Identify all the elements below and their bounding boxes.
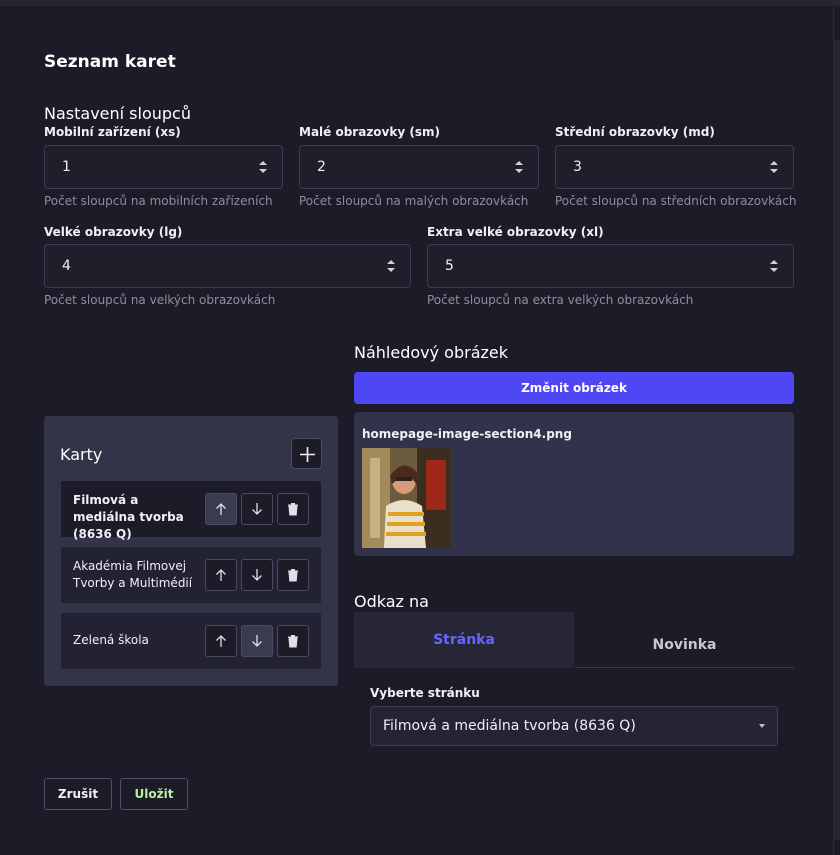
sm-columns-input[interactable]: 2 (299, 145, 539, 189)
arrow-down-icon (252, 635, 262, 647)
card-item-label: Akadémia Filmovej Tvorby a Multimédií (73, 559, 193, 590)
caret-down-icon (759, 724, 765, 728)
card-item-label: Filmová a mediálna tvorba (8636 Q) (73, 493, 184, 541)
xs-helper: Počet sloupců na mobilních zařízeních (44, 194, 273, 208)
link-section-title: Odkaz na (354, 592, 429, 611)
md-columns-input[interactable]: 3 (555, 145, 794, 189)
page-select-value: Filmová a mediálna tvorba (8636 Q) (383, 718, 636, 734)
xl-label: Extra velké obrazovky (xl) (427, 225, 604, 239)
trash-icon (288, 635, 298, 648)
save-button[interactable]: Uložit (120, 778, 188, 810)
columns-section-title: Nastavení sloupců (44, 104, 191, 123)
card-item[interactable]: Filmová a mediálna tvorba (8636 Q) (61, 481, 321, 541)
lg-label: Velké obrazovky (lg) (44, 225, 183, 239)
move-down-button[interactable] (241, 625, 273, 657)
trash-icon (288, 503, 298, 516)
add-card-button[interactable] (291, 438, 322, 469)
move-up-button[interactable] (205, 625, 237, 657)
xl-helper: Počet sloupců na extra velkých obrazovká… (427, 293, 694, 307)
xs-label: Mobilní zařízení (xs) (44, 125, 181, 139)
lg-value: 4 (62, 258, 71, 274)
card-item-label: Zelená škola (73, 633, 149, 647)
spinner-icon[interactable] (514, 159, 524, 175)
arrow-up-icon (216, 635, 226, 647)
spinner-icon[interactable] (386, 258, 396, 274)
xl-columns-input[interactable]: 5 (427, 244, 794, 288)
move-down-button[interactable] (241, 559, 273, 591)
preview-image-box: homepage-image-section4.png (354, 412, 794, 556)
lg-columns-input[interactable]: 4 (44, 244, 411, 288)
lg-helper: Počet sloupců na velkých obrazovkách (44, 293, 276, 307)
md-helper: Počet sloupců na středních obrazovkách (555, 194, 797, 208)
card-item[interactable]: Zelená škola (61, 613, 321, 669)
arrow-up-icon (216, 503, 226, 515)
spinner-icon[interactable] (769, 258, 779, 274)
xs-value: 1 (62, 159, 71, 175)
page-select[interactable]: Filmová a mediálna tvorba (8636 Q) (370, 706, 778, 746)
sm-value: 2 (317, 159, 326, 175)
background-strip-right (834, 40, 840, 840)
trash-icon (288, 569, 298, 582)
tab-news[interactable]: Novinka (575, 612, 794, 668)
cards-panel: Karty Filmová a mediálna tvorba (8636 Q)… (44, 416, 338, 686)
delete-card-button[interactable] (277, 493, 309, 525)
change-image-button[interactable]: Změnit obrázek (354, 372, 794, 404)
arrow-down-icon (252, 569, 262, 581)
move-up-button[interactable] (205, 559, 237, 591)
card-list-dialog: Seznam karet Nastavení sloupců Mobilní z… (0, 6, 834, 855)
move-down-button[interactable] (241, 493, 273, 525)
spinner-icon[interactable] (258, 159, 268, 175)
xl-value: 5 (445, 258, 454, 274)
sm-helper: Počet sloupců na malých obrazovkách (299, 194, 529, 208)
md-value: 3 (573, 159, 582, 175)
arrow-up-icon (216, 569, 226, 581)
spinner-icon[interactable] (769, 159, 779, 175)
cards-title: Karty (60, 445, 103, 464)
md-label: Střední obrazovky (md) (555, 125, 715, 139)
delete-card-button[interactable] (277, 625, 309, 657)
cancel-button[interactable]: Zrušit (44, 778, 112, 810)
preview-file-name: homepage-image-section4.png (362, 427, 572, 441)
plus-icon (300, 447, 315, 462)
preview-section-title: Náhledový obrázek (354, 343, 509, 362)
card-item[interactable]: Akadémia Filmovej Tvorby a Multimédií (61, 547, 321, 603)
sm-label: Malé obrazovky (sm) (299, 125, 440, 139)
preview-thumbnail (362, 448, 451, 548)
dialog-title: Seznam karet (44, 52, 176, 72)
select-page-label: Vyberte stránku (370, 686, 480, 700)
delete-card-button[interactable] (277, 559, 309, 591)
move-up-button[interactable] (205, 493, 237, 525)
tab-page[interactable]: Stránka (354, 612, 574, 668)
arrow-down-icon (252, 503, 262, 515)
xs-columns-input[interactable]: 1 (44, 145, 283, 189)
